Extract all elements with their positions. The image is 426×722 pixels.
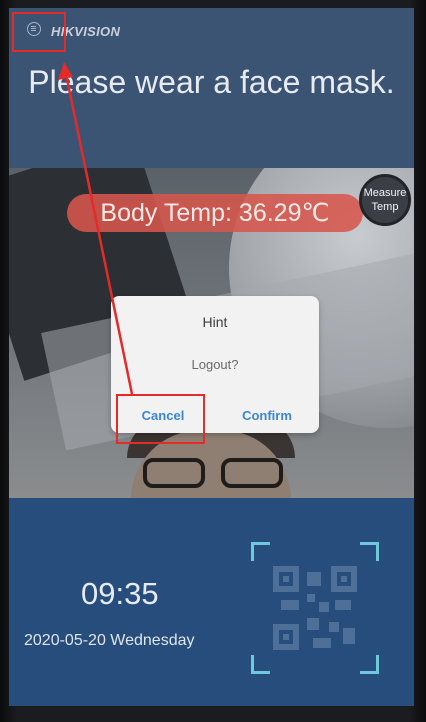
annotation-arrow [58, 62, 134, 395]
